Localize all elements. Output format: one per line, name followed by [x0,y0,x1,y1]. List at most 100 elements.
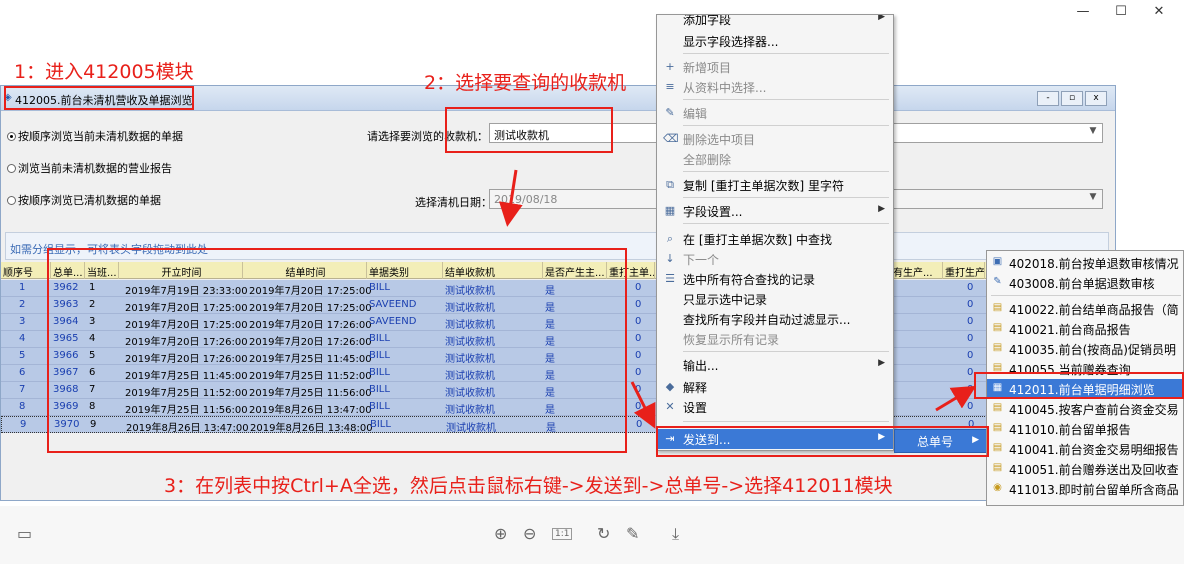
annotation-box-register [445,107,613,153]
menu-item-label: 查找所有字段并自动过滤显示... [683,313,851,327]
context-menu-item[interactable]: 显示字段选择器... [657,31,893,51]
window-close-button[interactable]: x [1085,91,1107,106]
context-menu-item[interactable]: ◆ 解释 [657,377,893,397]
module-icon: ▤ [992,462,1003,473]
context-menu-item[interactable]: + 新增项目 [657,57,893,77]
module-menu-item[interactable]: ◉ 411013.即时前台留单所含商品 [987,479,1183,499]
menu-separator [683,421,889,422]
module-menu-item[interactable]: ▤ 411010.前台留单报告 [987,419,1183,439]
context-menu-item[interactable]: ✎ 编辑 [657,103,893,123]
menu-item-label: 设置 [683,401,708,415]
module-menu-item[interactable]: ▤ 410021.前台商品报告 [987,319,1183,339]
module-label: 411013.即时前台留单所含商品 [1009,483,1179,497]
menu-separator [683,99,889,100]
context-menu-item[interactable]: 恢复显示所有记录 [657,329,893,349]
context-menu-item[interactable]: 查找所有字段并自动过滤显示... [657,309,893,329]
column-header[interactable]: 顺序号 [3,262,51,279]
table-cell: 0 [635,316,642,327]
radio-unclosed-bills[interactable]: 按顺序浏览当前未清机数据的单据 [7,128,183,144]
menu-item-icon: ⧉ [666,178,674,191]
module-icon: ▤ [992,342,1003,353]
table-cell: 5 [19,350,26,361]
table-cell: 0 [635,401,642,412]
viewer-window-controls: — ☐ ✕ [1064,4,1178,22]
context-menu-item[interactable]: ✕ 设置 [657,397,893,417]
module-menu-item[interactable]: ✎ 403008.前台单据退数审核 [987,273,1183,293]
download-icon[interactable]: ⤓ [672,524,679,544]
table-cell: 0 [967,367,974,378]
module-label: 403008.前台单据退数审核 [1009,277,1155,291]
module-icon: ▤ [992,402,1003,413]
menu-item-label: 字段设置... [683,205,743,219]
radio-dot [7,132,16,141]
table-cell: 6 [19,367,26,378]
context-menu-item[interactable]: 输出... ▶ [657,355,893,375]
menu-item-icon: ✎ [665,106,675,119]
context-menu-item[interactable]: ☰ 选中所有符合查找的记录 [657,269,893,289]
module-menu-item[interactable]: ▤ 410051.前台赠券送出及回收查 [987,459,1183,479]
menu-item-label: 在 [重打主单据次数] 中查找 [683,233,832,247]
menu-item-label: 选中所有符合查找的记录 [683,273,816,287]
menu-item-label: 复制 [重打主单据次数] 里字符 [683,179,844,193]
maximize-icon[interactable]: ☐ [1102,4,1140,22]
menu-item-icon: ☰ [665,272,675,285]
table-cell: 0 [967,316,974,327]
annotation-box-sendto [656,426,989,457]
module-label: 402018.前台按单退数审核情况 [1009,257,1179,271]
table-cell: 4 [19,333,26,344]
module-menu-item[interactable]: ▤ 410041.前台资金交易明细报告 [987,439,1183,459]
module-menu-item[interactable]: ▣ 402018.前台按单退数审核情况 [987,253,1183,273]
menu-item-icon: ✕ [665,400,675,413]
window-restore-button[interactable]: ▫ [1061,91,1083,106]
radio-closed-bills[interactable]: 按顺序浏览已清机数据的单据 [7,192,161,208]
context-menu-item[interactable]: 全部删除 [657,149,893,169]
fit-icon[interactable]: 1:1 [552,528,573,540]
context-menu-item[interactable]: ↓ 下一个 [657,249,893,269]
zoom-out-icon[interactable]: ⊖ [523,524,536,543]
table-cell: 2 [19,299,26,310]
table-cell: 0 [967,350,974,361]
table-cell: 1 [19,282,26,293]
edit-icon[interactable]: ✎ [626,524,639,543]
menu-item-label: 只显示选中记录 [683,293,768,307]
context-menu-item[interactable]: ⌕ 在 [重打主单据次数] 中查找 [657,229,893,249]
sidebar-icon[interactable]: ▭ [17,524,32,543]
context-menu-item[interactable]: 添加字段 ▶ [657,15,893,29]
menu-item-icon: ⌫ [663,132,679,145]
column-header[interactable]: 有生产... [893,262,943,279]
menu-separator [683,53,889,54]
menu-item-label: 编辑 [683,107,708,121]
context-menu-item[interactable]: ≡ 从资料中选择... [657,77,893,97]
context-menu-item[interactable]: ▦ 字段设置... ▶ [657,201,893,221]
rotate-icon[interactable]: ↻ [597,524,610,543]
radio-business-report[interactable]: 浏览当前未清机数据的营业报告 [7,160,172,176]
zoom-in-icon[interactable]: ⊕ [494,524,507,543]
minimize-icon[interactable]: — [1064,4,1102,22]
menu-item-icon: ≡ [665,80,675,93]
menu-item-label: 新增项目 [683,61,732,75]
close-icon[interactable]: ✕ [1140,4,1178,22]
menu-item-label: 解释 [683,381,708,395]
menu-item-label: 从资料中选择... [683,81,767,95]
chevron-down-icon[interactable]: ▼ [1086,192,1100,206]
radio-dot [7,164,16,173]
module-label: 411010.前台留单报告 [1009,423,1131,437]
table-cell: 3 [19,316,26,327]
context-menu-item[interactable]: ⧉ 复制 [重打主单据次数] 里字符 [657,175,893,195]
table-cell: 0 [635,282,642,293]
menu-item-icon: ◆ [665,380,675,393]
chevron-down-icon[interactable]: ▼ [1086,126,1100,140]
radio-label: 按顺序浏览已清机数据的单据 [18,194,161,207]
menu-separator [683,171,889,172]
column-header[interactable]: 重打生产... [945,262,985,279]
chevron-right-icon: ▶ [878,204,885,214]
table-cell: 0 [636,419,643,430]
window-minimize-button[interactable]: - [1037,91,1059,106]
menu-item-label: 恢复显示所有记录 [683,333,780,347]
module-menu-item[interactable]: ▤ 410035.前台(按商品)促销员明 [987,339,1183,359]
module-menu-item[interactable]: ▤ 410045.按客户查前台资金交易 [987,399,1183,419]
module-icon: ▤ [992,422,1003,433]
module-menu-item[interactable]: ▤ 410022.前台结单商品报告（简 [987,299,1183,319]
context-menu-item[interactable]: ⌫ 删除选中项目 [657,129,893,149]
context-menu-item[interactable]: 只显示选中记录 [657,289,893,309]
